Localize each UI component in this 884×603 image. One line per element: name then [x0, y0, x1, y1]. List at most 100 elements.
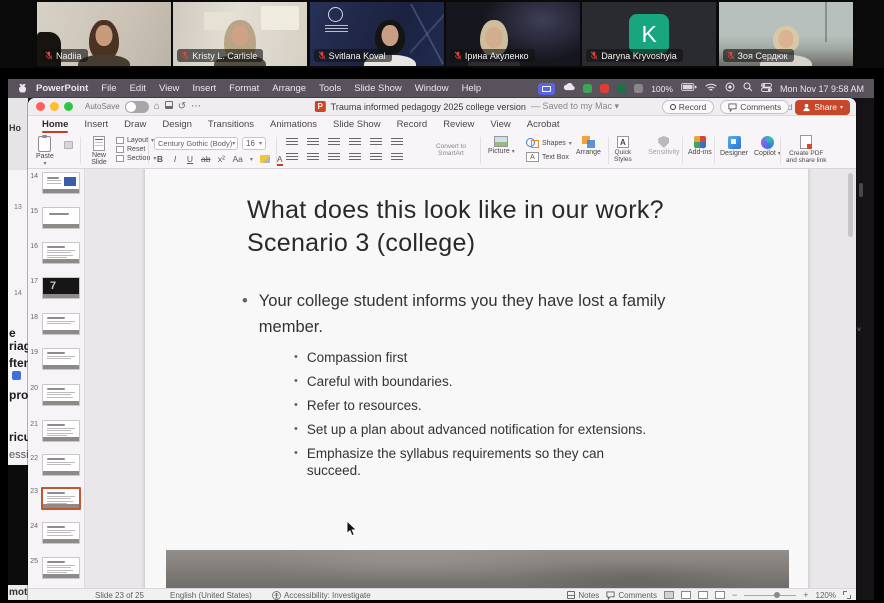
format-strikethrough-button[interactable]: ab [201, 154, 210, 164]
bullet-list-icon[interactable] [286, 138, 298, 147]
menu-item-window[interactable]: Window [415, 83, 449, 94]
tab-draw[interactable]: Draw [124, 119, 146, 130]
accessibility-status[interactable]: Accessibility: Investigate [272, 591, 371, 600]
notes-button[interactable]: Notes [567, 591, 599, 600]
copilot-button[interactable]: Copilot ▾ [754, 136, 781, 158]
tab-animations[interactable]: Animations [270, 119, 317, 130]
slide-thumbnail-row[interactable]: 18 [28, 313, 85, 339]
participant-tile[interactable]: KDaryna Kryvoshyia [582, 2, 716, 66]
menu-item-file[interactable]: File [101, 83, 116, 94]
slide-thumbnail-row[interactable]: 177 [28, 277, 85, 303]
slide-number-status[interactable]: Slide 23 of 25 [95, 591, 144, 600]
slide-thumbnail-row[interactable]: 24 [28, 522, 85, 548]
tab-record[interactable]: Record [397, 119, 428, 130]
menu-item-arrange[interactable]: Arrange [272, 83, 306, 94]
tab-acrobat[interactable]: Acrobat [527, 119, 560, 130]
undo-icon[interactable]: ↺ [178, 102, 186, 112]
addins-button[interactable]: Add-ins [688, 136, 712, 156]
font-size-combo[interactable]: 16▾ [242, 137, 266, 150]
reset-button[interactable]: Reset [116, 146, 156, 153]
tab-view[interactable]: View [490, 119, 510, 130]
app-status-icon[interactable] [583, 84, 592, 93]
participant-tile[interactable]: Kristy L. Carlisle [173, 2, 307, 66]
format-superscript-button[interactable]: x² [217, 154, 225, 164]
font-name-combo[interactable]: Century Gothic (Body)▾ [154, 137, 238, 150]
more-fonts-caret-icon[interactable]: ▾ [250, 156, 253, 163]
align-left-icon[interactable] [286, 153, 298, 162]
slide-thumbnail-row[interactable]: 15 [28, 207, 85, 233]
justify-icon[interactable] [349, 153, 361, 162]
canvas-scrollbar[interactable] [848, 173, 853, 237]
slide-thumbnail-row[interactable]: 19 [28, 348, 85, 374]
autosave-toggle[interactable] [125, 101, 149, 113]
format-italic-button[interactable]: I [171, 154, 179, 164]
zoom-slider[interactable] [744, 595, 796, 596]
language-status[interactable]: English (United States) [170, 591, 252, 600]
participant-tile[interactable]: Ірина Акуленко [446, 2, 580, 66]
slide-thumbnail[interactable] [42, 207, 80, 229]
zoom-in-button[interactable]: + [803, 590, 808, 600]
slide-thumbnail[interactable] [42, 454, 80, 476]
slide-thumbnail[interactable] [42, 172, 80, 194]
new-slide-button[interactable]: New Slide [86, 136, 112, 166]
picture-button[interactable]: Picture ▾ [488, 136, 515, 156]
text-box-button[interactable]: AText Box [526, 152, 572, 162]
tab-review[interactable]: Review [443, 119, 474, 130]
apple-menu-icon[interactable] [18, 82, 27, 96]
participant-tile[interactable]: Nadiia [37, 2, 171, 66]
slide-thumbnail-row[interactable]: 23 [28, 487, 85, 513]
tab-slide-show[interactable]: Slide Show [333, 119, 381, 130]
slide-title[interactable]: What does this look like in our work? Sc… [247, 194, 777, 260]
slide-thumbnail-panel[interactable]: 1415161771819202122232425 [28, 169, 85, 588]
menu-item-tools[interactable]: Tools [319, 83, 341, 94]
minimize-window-button[interactable] [50, 102, 59, 111]
menu-item-slide-show[interactable]: Slide Show [354, 83, 402, 94]
format-change-case-button[interactable]: Aa [232, 154, 242, 164]
shapes-button[interactable]: Shapes▾ [526, 138, 572, 148]
slide-thumbnail[interactable] [42, 557, 80, 579]
record-button[interactable]: Record [662, 100, 714, 114]
slide-bullet-level1[interactable]: •Your college student informs you they h… [242, 288, 722, 340]
tab-insert[interactable]: Insert [84, 119, 108, 130]
reading-view-button[interactable] [698, 591, 708, 599]
fullscreen-icon[interactable] [843, 591, 851, 599]
slide-thumbnail-row[interactable]: 21 [28, 420, 85, 446]
slide-thumbnail[interactable] [42, 384, 80, 406]
zoom-out-button[interactable]: − [732, 590, 737, 600]
slide-bullet-level2[interactable]: •Refer to resources. [294, 397, 722, 414]
save-icon[interactable] [165, 101, 173, 112]
slide-bullet-level2[interactable]: •Compassion first [294, 349, 722, 366]
menu-item-help[interactable]: Help [462, 83, 482, 94]
slide-thumbnail[interactable] [41, 487, 81, 510]
close-window-button[interactable] [36, 102, 45, 111]
columns-icon[interactable] [370, 153, 382, 162]
quick-styles-button[interactable]: A QuickStyles [614, 136, 632, 163]
slide-thumbnail-row[interactable]: 16 [28, 242, 85, 268]
tab-home[interactable]: Home [42, 119, 68, 130]
arrange-button[interactable]: Arrange [576, 136, 601, 156]
normal-view-button[interactable] [664, 591, 674, 599]
share-button[interactable]: Share▾ [795, 100, 850, 115]
app-status-icon[interactable] [617, 84, 626, 93]
align-right-icon[interactable] [328, 153, 340, 162]
cloud-sync-icon[interactable] [563, 83, 575, 94]
slide-thumbnail-row[interactable]: 25 [28, 557, 85, 583]
zoom-percentage[interactable]: 120% [816, 591, 836, 600]
slide-thumbnail[interactable] [42, 522, 80, 544]
tab-design[interactable]: Design [162, 119, 192, 130]
section-button[interactable]: Section▾ [116, 155, 156, 162]
menu-item-view[interactable]: View [159, 83, 179, 94]
slide-thumbnail[interactable] [42, 242, 80, 264]
app-status-icon[interactable] [600, 84, 609, 93]
menu-item-format[interactable]: Format [229, 83, 259, 94]
screen-record-icon[interactable] [725, 82, 735, 95]
window-edge-chevron[interactable]: ˅ [857, 327, 861, 334]
home-icon[interactable]: ⌂ [154, 102, 160, 112]
font-color-button[interactable]: A [277, 154, 283, 164]
convert-smartart-button[interactable]: Convert toSmartArt [426, 143, 476, 157]
slide-bullet-level2[interactable]: •Careful with boundaries. [294, 373, 722, 390]
format-bold-button[interactable]: B [156, 154, 164, 164]
tab-transitions[interactable]: Transitions [208, 119, 254, 130]
menu-app-name[interactable]: PowerPoint [36, 83, 88, 94]
increase-indent-icon[interactable] [349, 138, 361, 147]
